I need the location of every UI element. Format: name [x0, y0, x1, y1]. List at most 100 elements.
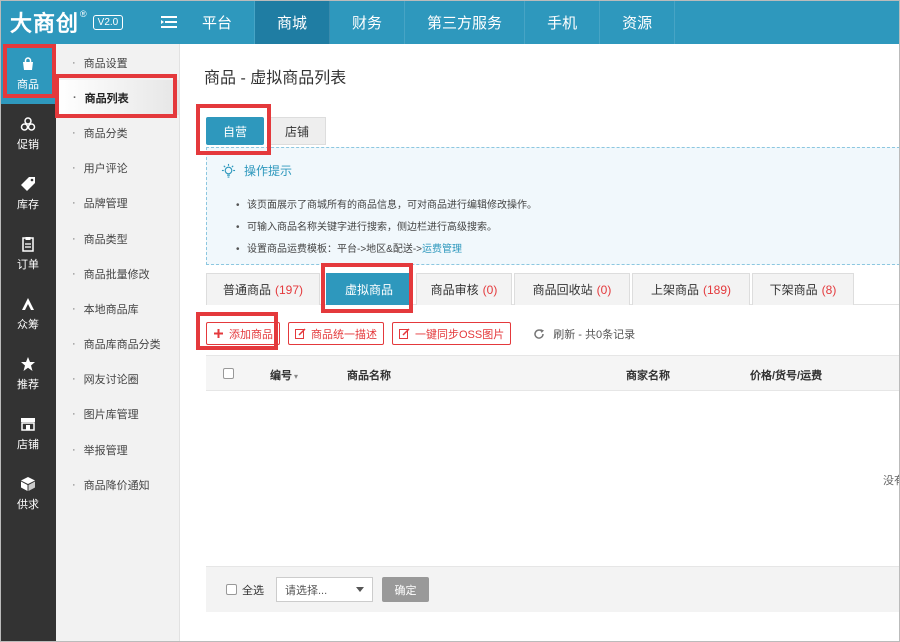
confirm-button[interactable]: 确定 — [382, 577, 429, 602]
sidebar-item-promotion[interactable]: 促销 — [0, 104, 56, 164]
unified-description-label: 商品统一描述 — [311, 328, 377, 341]
submenu-item-goods-category[interactable]: 商品分类 — [56, 115, 179, 150]
tab-goods-review[interactable]: 商品审核 (0) — [416, 273, 512, 305]
submenu-item-discussion[interactable]: 网友讨论圈 — [56, 362, 179, 397]
sidebar-item-label: 供求 — [17, 499, 39, 511]
sort-caret-icon: ▾ — [294, 372, 299, 381]
empty-state-text: 没有 — [883, 475, 900, 487]
nav-finance[interactable]: 财务 — [330, 0, 406, 44]
brand-logo[interactable]: 大商创 — [10, 6, 79, 38]
main-content: 商品 - 虚拟商品列表 自营 店铺 操作提示 该页面展示了商城所有的商品信息，可… — [180, 44, 900, 642]
tab-on-shelf[interactable]: 上架商品 (189) — [632, 273, 750, 305]
brand: 大商创 ® V2.0 — [0, 0, 180, 44]
scope-tabs: 自营 店铺 — [206, 117, 330, 145]
refresh-icon — [534, 328, 545, 339]
nav-platform[interactable]: 平台 — [180, 0, 256, 44]
column-label: 编号 — [270, 370, 292, 382]
menu-toggle-icon[interactable] — [160, 13, 178, 31]
tab-normal-goods[interactable]: 普通商品 (197) — [206, 273, 320, 305]
sidebar-item-crowdfund[interactable]: 众筹 — [0, 284, 56, 344]
tab-count: (8) — [821, 282, 837, 297]
add-goods-button[interactable]: 添加商品 — [206, 322, 280, 345]
submenu-item-price-drop-notice[interactable]: 商品降价通知 — [56, 467, 179, 502]
tab-stores[interactable]: 店铺 — [268, 117, 326, 145]
submenu-item-goods-list[interactable]: 商品列表 — [56, 80, 179, 116]
batch-action-select[interactable]: 请选择... — [276, 577, 373, 602]
sidebar-item-label: 店铺 — [17, 439, 39, 451]
shopping-bag-icon — [23, 57, 33, 70]
plus-icon — [214, 329, 223, 338]
select-all[interactable]: 全选 — [226, 582, 264, 598]
top-bar: 大商创 ® V2.0 平台 商城 财务 第三方服务 手机 资源 — [0, 0, 900, 44]
submenu-item-local-library[interactable]: 本地商品库 — [56, 291, 179, 326]
submenu-item-library-category[interactable]: 商品库商品分类 — [56, 327, 179, 362]
tab-count: (189) — [703, 282, 732, 297]
submenu-item-goods-settings[interactable]: 商品设置 — [56, 45, 179, 80]
sidebar-item-supply[interactable]: 供求 — [0, 464, 56, 524]
sidebar-item-stock[interactable]: 库存 — [0, 164, 56, 224]
store-icon — [21, 418, 35, 431]
tab-self-operated[interactable]: 自营 — [206, 117, 264, 145]
submenu-item-image-library[interactable]: 图片库管理 — [56, 397, 179, 432]
submenu-item-report-management[interactable]: 举报管理 — [56, 432, 179, 467]
select-all-checkbox-header[interactable] — [223, 368, 234, 379]
submenu-item-brand-management[interactable]: 品牌管理 — [56, 186, 179, 221]
tips-item: 设置商品运费模板：平台->地区&配送->运费管理 — [236, 239, 537, 261]
chevron-down-icon — [356, 587, 364, 592]
submenu-item-goods-type[interactable]: 商品类型 — [56, 221, 179, 256]
sidebar-item-label: 促销 — [17, 139, 39, 151]
edit-icon — [295, 328, 306, 339]
nav-third-party[interactable]: 第三方服务 — [405, 0, 526, 44]
refresh-label: 刷新 - 共0条记录 — [553, 328, 636, 341]
column-header-id[interactable]: 编号 ▾ — [270, 367, 298, 383]
column-header-merchant: 商家名称 — [626, 370, 670, 382]
column-header-goods-name: 商品名称 — [347, 370, 391, 382]
tab-recycle-bin[interactable]: 商品回收站 (0) — [514, 273, 630, 305]
crowdfund-icon — [22, 298, 34, 310]
registered-mark: ® — [80, 9, 87, 19]
sidebar-item-goods[interactable]: 商品 — [0, 44, 56, 104]
sync-oss-button[interactable]: 一键同步OSS图片 — [392, 322, 512, 345]
tips-list: 该页面展示了商城所有的商品信息，可对商品进行编辑修改操作。 可输入商品名称关键字… — [236, 195, 537, 261]
nav-mobile[interactable]: 手机 — [525, 0, 601, 44]
sidebar-item-label: 商品 — [17, 79, 39, 91]
shipping-management-link[interactable]: 运费管理 — [422, 244, 462, 255]
promotion-icon — [20, 117, 36, 131]
tips-item-text: 设置商品运费模板：平台->地区&配送-> — [247, 244, 423, 255]
nav-mall[interactable]: 商城 — [255, 0, 331, 44]
tab-virtual-goods[interactable]: 虚拟商品 — [326, 273, 412, 305]
sidebar-item-recommend[interactable]: 推荐 — [0, 344, 56, 404]
tips-title: 操作提示 — [244, 164, 293, 178]
tab-off-shelf[interactable]: 下架商品 (8) — [752, 273, 854, 305]
select-all-checkbox[interactable] — [226, 584, 237, 595]
order-icon — [22, 237, 34, 252]
icon-sidebar: 商品 促销 库存 订单 众筹 推荐 店铺 供求 — [0, 44, 56, 642]
tag-icon — [21, 177, 35, 191]
table-footer: 全选 请选择... 确定 — [206, 566, 900, 612]
tips-header: 操作提示 — [221, 162, 292, 179]
refresh-button[interactable]: 刷新 - 共0条记录 — [533, 326, 635, 342]
sidebar-item-store[interactable]: 店铺 — [0, 404, 56, 464]
sidebar-item-order[interactable]: 订单 — [0, 224, 56, 284]
submenu-item-user-comments[interactable]: 用户评论 — [56, 151, 179, 186]
tips-item: 该页面展示了商城所有的商品信息，可对商品进行编辑修改操作。 — [236, 195, 537, 217]
tips-item: 可输入商品名称关键字进行搜索，侧边栏进行高级搜索。 — [236, 217, 537, 239]
nav-resources[interactable]: 资源 — [600, 0, 676, 44]
tab-label: 上架商品 — [650, 283, 699, 297]
tab-count: (0) — [596, 282, 612, 297]
page-title: 商品 - 虚拟商品列表 — [204, 70, 347, 87]
tab-label: 商品审核 — [430, 283, 479, 297]
select-placeholder: 请选择... — [285, 584, 328, 597]
tab-label: 虚拟商品 — [344, 283, 393, 297]
version-badge: V2.0 — [92, 14, 124, 30]
submenu-item-batch-edit[interactable]: 商品批量修改 — [56, 256, 179, 291]
operation-tips: 操作提示 该页面展示了商城所有的商品信息，可对商品进行编辑修改操作。 可输入商品… — [206, 147, 900, 265]
unified-description-button[interactable]: 商品统一描述 — [288, 322, 384, 345]
sync-oss-label: 一键同步OSS图片 — [415, 328, 505, 341]
sidebar-item-label: 订单 — [17, 259, 39, 271]
star-icon — [21, 357, 35, 371]
tab-label: 普通商品 — [222, 283, 271, 297]
tab-label: 下架商品 — [769, 283, 818, 297]
tab-count: (0) — [482, 282, 498, 297]
add-goods-label: 添加商品 — [229, 328, 273, 341]
